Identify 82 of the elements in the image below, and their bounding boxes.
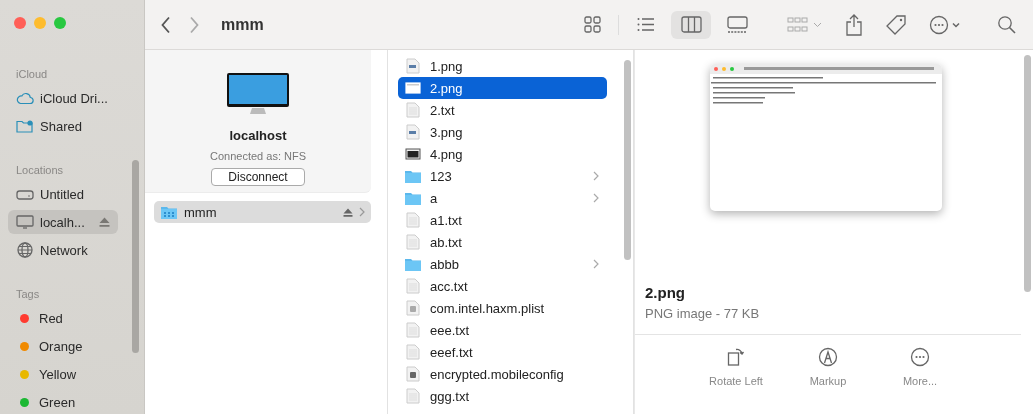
disconnect-button[interactable]: Disconnect (211, 168, 305, 186)
image-file-icon (406, 58, 420, 74)
eject-icon[interactable] (343, 207, 353, 217)
sidebar-item[interactable]: Orange (8, 334, 118, 358)
globe-icon (16, 242, 34, 258)
scrollbar-thumb[interactable] (132, 160, 139, 353)
chevron-icon (593, 171, 599, 181)
sidebar-item[interactable]: Red (8, 306, 118, 330)
text-file-icon (406, 102, 420, 118)
sidebar-item[interactable]: iCloud Dri... (8, 86, 118, 110)
folder-row[interactable]: abbb (398, 253, 607, 275)
sidebar-item[interactable]: localh... (8, 210, 118, 234)
monitor-icon (226, 72, 290, 116)
sidebar-item[interactable]: Network (8, 238, 118, 262)
search-icon[interactable] (997, 14, 1017, 35)
more-options-icon[interactable] (929, 14, 961, 35)
scrollbar-thumb[interactable] (1024, 55, 1031, 292)
scrollbar-thumb[interactable] (624, 60, 631, 260)
file-row[interactable]: 2.txt (398, 99, 607, 121)
text-file-icon (406, 344, 420, 360)
eject-icon[interactable] (99, 217, 110, 227)
close-button[interactable] (14, 17, 26, 29)
server-name: localhost (229, 128, 287, 143)
window-title: mmm (221, 15, 264, 34)
folder-row[interactable]: 123 (398, 165, 607, 187)
shared-folder-row[interactable]: mmm (154, 201, 371, 223)
text-file-icon (406, 234, 420, 250)
chevron-icon (359, 207, 365, 217)
rotate-icon[interactable] (727, 347, 745, 367)
text-file-icon (406, 278, 420, 294)
shared-folder-icon (16, 119, 34, 133)
quick-action-button[interactable]: Rotate Left (705, 347, 767, 414)
file-row[interactable]: ggg.txt (398, 385, 607, 407)
sidebar-item[interactable]: Untitled (8, 182, 118, 206)
text-file-icon (406, 388, 420, 404)
ellipsis-circle-icon[interactable] (910, 347, 930, 367)
columns-view-button[interactable] (671, 10, 711, 39)
section-heading: iCloud (15, 67, 49, 82)
file-row[interactable]: acc.txt (398, 275, 607, 297)
folder-row[interactable]: a (398, 187, 607, 209)
file-row[interactable]: a1.txt (398, 209, 607, 231)
gallery-view-icon (725, 13, 749, 36)
tag-icon[interactable] (885, 13, 907, 36)
pen-circle-icon[interactable] (818, 347, 838, 367)
quick-action-button[interactable]: More... (889, 347, 951, 414)
section-heading: Locations (15, 163, 65, 178)
text-file-icon (406, 212, 420, 228)
file-row[interactable]: ab.txt (398, 231, 607, 253)
file-name: 2.png (645, 284, 686, 301)
image-file-icon (405, 148, 421, 160)
monitor-icon (16, 215, 34, 229)
columns-view-icon (679, 13, 703, 36)
quick-action-button[interactable]: Markup (797, 347, 859, 414)
config-file-icon (406, 366, 420, 382)
image-file-icon (405, 82, 421, 94)
server-folder-icon (160, 204, 178, 220)
folder-icon (404, 256, 422, 272)
sidebar-item[interactable]: Yellow (8, 362, 118, 386)
folder-icon (404, 190, 422, 206)
connection-status: Connected as: NFS (210, 150, 306, 162)
chevron-icon (593, 193, 599, 203)
sidebar-item[interactable]: Green (8, 390, 118, 414)
file-row[interactable]: com.intel.haxm.plist (398, 297, 607, 319)
text-file-icon (406, 322, 420, 338)
file-row[interactable]: 2.png (398, 77, 607, 99)
file-row[interactable]: 4.png (398, 143, 607, 165)
section-heading: Tags (15, 287, 41, 302)
file-row[interactable]: 3.png (398, 121, 607, 143)
file-row[interactable]: encrypted.mobileconfig (398, 363, 607, 385)
group-grid-icon[interactable] (787, 15, 823, 34)
sidebar-item[interactable]: Shared (8, 114, 118, 138)
file-row[interactable]: 1.png (398, 55, 607, 77)
chevron-icon (593, 259, 599, 269)
file-info: PNG image - 77 KB (645, 306, 761, 321)
share-icon[interactable] (845, 13, 863, 36)
image-file-icon (406, 124, 420, 140)
file-row[interactable]: eeef.txt (398, 341, 607, 363)
plist-file-icon (406, 300, 420, 316)
cloud-icon (16, 91, 34, 105)
file-row[interactable]: eee.txt (398, 319, 607, 341)
drive-icon (16, 187, 34, 201)
folder-icon (404, 168, 422, 184)
